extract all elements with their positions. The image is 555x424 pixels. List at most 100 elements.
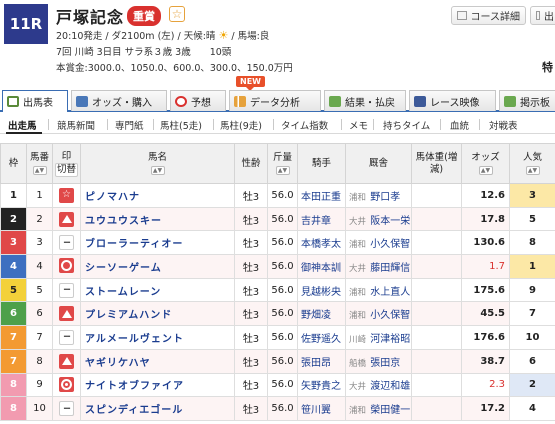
no-mark-icon[interactable]: -- [59,235,74,251]
weight-carried: 56.0 [267,183,298,208]
odds-value[interactable]: 2.3 [461,372,510,398]
subtab-newspaper[interactable]: 競馬新聞 [57,118,95,132]
subtab-pedigree[interactable]: 血統 [450,118,469,132]
subtab-memo[interactable]: メモ [349,118,368,132]
header-odds[interactable]: オッズ ▲▼ [461,143,510,184]
subtab-best-time[interactable]: 持ちタイム [383,118,430,132]
mark-toggle-button[interactable]: 切替 [54,162,78,177]
tab-board[interactable]: 掲示板 [499,90,555,111]
trainer-link[interactable]: 榮田健一 [369,405,410,416]
double-circle-mark-icon[interactable] [59,376,74,392]
mark-cell[interactable]: ☆ [52,183,81,208]
trainer-cell: 大井 阪本一栄 [345,206,412,232]
mark-cell[interactable] [52,372,81,398]
tab-race-card[interactable]: 出馬表 [2,90,68,112]
mark-cell[interactable]: -- [52,396,81,421]
horse-name-link[interactable]: ナイトオブファイア [80,372,235,398]
star-mark-icon[interactable]: ☆ [59,187,74,203]
odds-value[interactable]: 1.7 [461,254,510,279]
subtab-past9[interactable]: 馬柱(9走) [220,118,262,132]
horse-name-link[interactable]: プレミアムハンド [80,301,235,327]
print-button[interactable]: 出 [530,6,555,25]
triangle-mark-icon[interactable] [59,353,74,369]
horse-name-link[interactable]: スピンディエゴール [80,396,235,421]
no-mark-icon[interactable]: -- [59,401,74,417]
trainer-link[interactable]: 水上直人 [369,287,410,298]
jockey-link[interactable]: 野畑凌 [297,301,346,327]
popularity-rank: 2 [509,372,555,398]
subtab-matchup[interactable]: 対戦表 [489,118,518,132]
mark-cell[interactable]: -- [52,325,81,350]
header-mark[interactable]: 印切替 [52,143,81,184]
course-detail-button[interactable]: コース詳細 [451,6,526,25]
mark-cell[interactable] [52,301,81,327]
subtab-entries[interactable]: 出走馬 [8,118,37,132]
subtab-time-index[interactable]: タイム指数 [281,118,328,132]
odds-value[interactable]: 175.6 [461,277,510,303]
tab-prediction[interactable]: 予想 [170,90,226,111]
odds-value[interactable]: 17.2 [461,396,510,421]
mark-cell[interactable] [52,206,81,232]
sort-arrows-icon[interactable]: ▲▼ [32,165,47,175]
trainer-link[interactable]: 小久保智 [369,239,410,250]
subtab-past5[interactable]: 馬柱(5走) [160,118,202,132]
jockey-link[interactable]: 御神本訓 [297,254,346,279]
circle-mark-icon[interactable] [59,258,74,274]
favorite-star-icon[interactable]: ☆ [169,6,185,22]
jockey-link[interactable]: 張田昂 [297,348,346,374]
jockey-link[interactable]: 笹川翼 [297,396,346,421]
horse-name-link[interactable]: ストームレーン [80,277,235,303]
header-weight[interactable]: 斤量 ▲▼ [267,143,298,184]
horse-name-link[interactable]: ピノマハナ [80,183,235,208]
jockey-link[interactable]: 本田正重 [297,183,346,208]
sort-arrows-icon[interactable]: ▲▼ [478,165,493,175]
jockey-link[interactable]: 佐野遥久 [297,325,346,350]
odds-value[interactable]: 12.6 [461,183,510,208]
horse-name-link[interactable]: アルメールヴェント [80,325,235,350]
subtab-specialist[interactable]: 専門紙 [115,118,144,132]
header-popularity[interactable]: 人気 ▲▼ [509,143,555,184]
tab-data-analysis[interactable]: データ分析 [229,90,321,111]
trainer-link[interactable]: 小久保智 [369,310,410,321]
mark-cell[interactable] [52,348,81,374]
mark-cell[interactable]: -- [52,277,81,303]
tab-odds[interactable]: オッズ・購入 [71,90,167,111]
no-mark-icon[interactable]: -- [59,329,74,345]
jockey-link[interactable]: 見越彬央 [297,277,346,303]
trainer-link[interactable]: 野口孝 [369,192,400,203]
trainer-link[interactable]: 張田京 [369,358,400,369]
sort-arrows-icon[interactable]: ▲▼ [150,165,165,175]
waku-number: 7 [0,325,27,350]
trainer-link[interactable]: 河津裕昭 [369,334,410,345]
mark-cell[interactable]: -- [52,230,81,256]
tab-race-video[interactable]: レース映像 [409,90,496,111]
horse-name-link[interactable]: ヤギリケハヤ [80,348,235,374]
horse-name-link[interactable]: ユウユウスキー [80,206,235,232]
odds-value[interactable]: 130.6 [461,230,510,256]
triangle-mark-icon[interactable] [59,211,74,227]
sort-arrows-icon[interactable]: ▲▼ [275,165,290,175]
odds-value[interactable]: 17.8 [461,206,510,232]
odds-value[interactable]: 45.5 [461,301,510,327]
triangle-mark-icon[interactable] [59,306,74,322]
odds-value[interactable]: 176.6 [461,325,510,350]
trainer-link[interactable]: 渡辺和雄 [369,381,410,392]
header-umaban[interactable]: 馬番 ▲▼ [26,143,53,184]
divider [373,119,374,130]
trainer-cell: 大井 渡辺和雄 [345,372,412,398]
header-horse[interactable]: 馬名 ▲▼ [80,143,235,184]
horse-name-link[interactable]: シーソーゲーム [80,254,235,279]
trainer-link[interactable]: 藤田輝信 [369,263,410,274]
jockey-link[interactable]: 矢野貴之 [297,372,346,398]
mark-cell[interactable] [52,254,81,279]
sort-arrows-icon[interactable]: ▲▼ [525,165,540,175]
horse-name-link[interactable]: ブローラーティオー [80,230,235,256]
tab-results[interactable]: 結果・払戻 [324,90,406,111]
jockey-link[interactable]: 吉井章 [297,206,346,232]
trainer-link[interactable]: 阪本一栄 [369,216,410,227]
tab-label: データ分析 [250,97,300,109]
odds-value[interactable]: 38.7 [461,348,510,374]
weight-carried: 56.0 [267,325,298,350]
no-mark-icon[interactable]: -- [59,282,74,298]
jockey-link[interactable]: 本橋孝太 [297,230,346,256]
